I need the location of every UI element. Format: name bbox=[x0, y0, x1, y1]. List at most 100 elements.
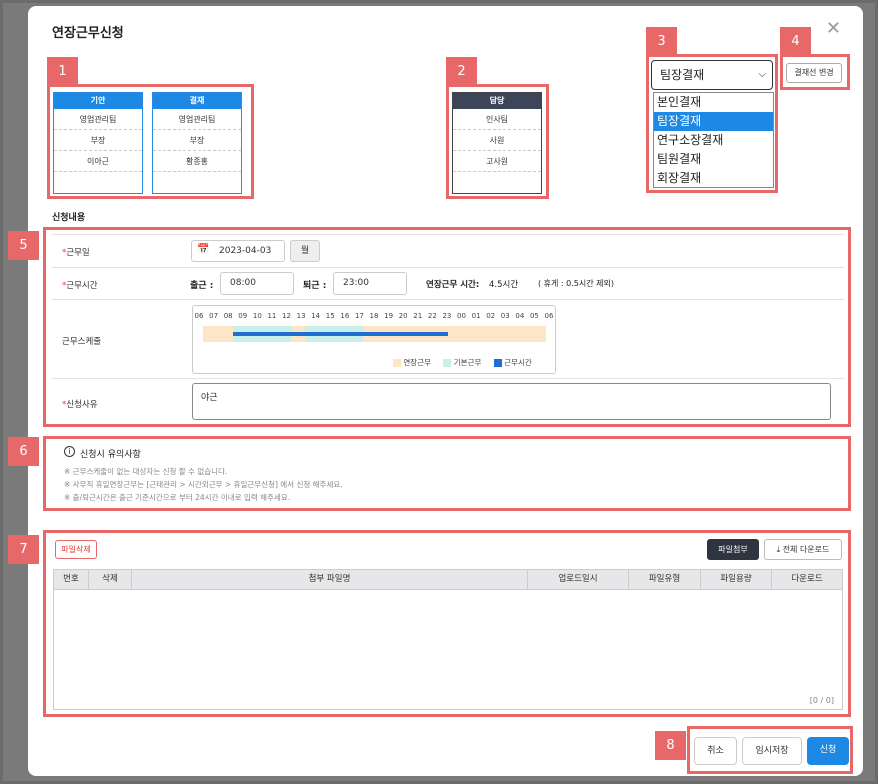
modal-title: 연장근무신청 bbox=[52, 26, 124, 41]
col-delete: 삭제 bbox=[89, 570, 132, 589]
hour-tick-label: 16 bbox=[340, 312, 350, 320]
overtime-hours-value: 4.5시간 bbox=[489, 280, 519, 290]
approval-approve-header: 결재 bbox=[153, 93, 241, 109]
overtime-hours-label: 연장근무 시간: bbox=[426, 280, 480, 290]
hour-tick-label: 20 bbox=[398, 312, 408, 320]
info-icon: i bbox=[64, 446, 75, 457]
legend-overtime-swatch bbox=[393, 359, 401, 367]
col-filename: 첨부 파일명 bbox=[132, 570, 528, 589]
hour-tick-label: 12 bbox=[282, 312, 291, 320]
approval-type-options: 본인결재 팀장결재 연구소장결재 팀원결재 회장결재 bbox=[653, 92, 774, 188]
badge-6: 6 bbox=[8, 437, 39, 466]
schedule-chart: 06 07 08 09 10 11 12 13 14 15 16 17 18 19 20 21 22 23 00 01… bbox=[192, 305, 556, 374]
attach-file-button[interactable]: 파일첨부 bbox=[707, 539, 759, 560]
option-self-approval[interactable]: 본인결재 bbox=[654, 93, 773, 112]
approval-cell: 영업관리팀 bbox=[54, 109, 142, 130]
approval-type-select[interactable]: 팀장결재 ⌵ bbox=[651, 60, 773, 90]
schedule-row: 근무스케줄 06 07 08 09 10 11 12 13 14 15 16 17 18 19 20 21 22… bbox=[52, 299, 844, 378]
hour-tick-label: 13 bbox=[296, 312, 306, 320]
notice-title: 신청시 유의사항 bbox=[80, 450, 141, 460]
hour-tick-label: 05 bbox=[529, 312, 539, 320]
approval-cell: 고사원 bbox=[453, 151, 541, 172]
col-file-size: 파일용량 bbox=[701, 570, 772, 589]
download-icon: ⤓ bbox=[776, 545, 781, 554]
worktime-label: *근무시간 bbox=[62, 281, 98, 291]
approval-cell bbox=[153, 172, 241, 193]
workday-date-input[interactable]: 📅 2023-04-03 bbox=[191, 240, 285, 262]
approval-cell: 사원 bbox=[453, 130, 541, 151]
notice-line: ※ 근무스케줄이 없는 대상자는 신청 할 수 없습니다. bbox=[64, 467, 228, 476]
hour-tick-label: 21 bbox=[413, 312, 423, 320]
legend-basic-swatch bbox=[443, 359, 452, 367]
file-table-body: [0 / 0] bbox=[53, 590, 843, 710]
clock-in-label: 출근 : bbox=[190, 281, 214, 291]
badge-8: 8 bbox=[655, 731, 686, 760]
hour-tick-label: 03 bbox=[500, 312, 510, 320]
hour-tick-label: 01 bbox=[471, 312, 481, 320]
approval-charge-header: 담당 bbox=[453, 93, 541, 109]
approval-approve-box: 결재 영업관리팀 부장 황종홍 bbox=[152, 92, 242, 194]
hour-tick-label: 07 bbox=[209, 312, 219, 320]
badge-5: 5 bbox=[8, 231, 39, 260]
workday-weekday: 월 bbox=[290, 240, 320, 262]
clock-out-label: 퇴근 : bbox=[303, 281, 327, 291]
schedule-legend: 연장근무 기본근무 근무시간 bbox=[393, 357, 532, 368]
reason-textarea[interactable]: 야근 bbox=[192, 383, 831, 420]
option-lab-director-approval[interactable]: 연구소장결재 bbox=[654, 131, 773, 150]
col-number: 번호 bbox=[54, 570, 89, 589]
close-icon[interactable]: ✕ bbox=[826, 18, 841, 39]
col-download: 다운로드 bbox=[791, 574, 823, 584]
section-label: 신청내용 bbox=[52, 213, 86, 223]
reason-label: *신청사유 bbox=[62, 400, 98, 410]
approval-draft-header: 기안 bbox=[54, 93, 142, 109]
badge-4: 4 bbox=[780, 27, 811, 56]
workday-label: *근무일 bbox=[62, 248, 90, 258]
approval-cell bbox=[453, 172, 541, 193]
option-team-member-approval[interactable]: 팀원결재 bbox=[654, 150, 773, 169]
worktime-row: *근무시간 출근 : 08:00 퇴근 : 23:00 연장근무 시간: 4.5… bbox=[52, 267, 844, 299]
legend-worktime-swatch bbox=[493, 359, 502, 367]
badge-7: 7 bbox=[8, 535, 39, 564]
hour-tick-label: 10 bbox=[252, 312, 262, 320]
approval-cell: 영업관리팀 bbox=[153, 109, 241, 130]
hour-tick-label: 18 bbox=[369, 312, 379, 320]
hour-tick-label: 08 bbox=[223, 312, 233, 320]
schedule-hours: 06 07 08 09 10 11 12 13 14 15 16 17 18 19 20 21 22 23 00 01… bbox=[195, 312, 554, 324]
reason-row: *신청사유 야근 bbox=[52, 378, 844, 424]
hour-tick-label: 19 bbox=[384, 312, 394, 320]
submit-button[interactable]: 신청 bbox=[807, 737, 849, 765]
approval-cell: 부장 bbox=[54, 130, 142, 151]
legend-basic: 기본근무 bbox=[453, 358, 482, 367]
download-all-button[interactable]: ⤓ 전체 다운로드 bbox=[764, 539, 842, 560]
clock-in-input[interactable]: 08:00 bbox=[220, 272, 294, 295]
option-team-leader-approval[interactable]: 팀장결재 bbox=[654, 112, 773, 131]
calendar-icon: 📅 bbox=[197, 244, 210, 255]
hour-tick-label: 00 bbox=[457, 312, 466, 320]
workday-row: *근무일 📅 2023-04-03 월 bbox=[52, 234, 844, 267]
hour-tick-label: 15 bbox=[325, 312, 335, 320]
hour-tick-label: 09 bbox=[238, 312, 248, 320]
option-chairman-approval[interactable]: 회장결재 bbox=[654, 169, 773, 188]
schedule-label: 근무스케줄 bbox=[62, 337, 102, 347]
hour-tick-label: 23 bbox=[442, 312, 452, 320]
notice-line: ※ 출/퇴근시간은 출근 기준시간으로 부터 24시간 이내로 입력 해주세요. bbox=[64, 493, 291, 502]
approval-cell: 인사팀 bbox=[453, 109, 541, 130]
approval-charge-box: 담당 인사팀 사원 고사원 bbox=[452, 92, 542, 194]
hour-tick-label: 06 bbox=[194, 312, 204, 320]
temp-save-button[interactable]: 임시저장 bbox=[742, 737, 802, 765]
change-approval-line-button[interactable]: 결재선 변경 bbox=[786, 63, 842, 83]
approval-type-value: 팀장결재 bbox=[660, 68, 705, 82]
delete-file-button[interactable]: 파일삭제 bbox=[55, 540, 97, 559]
clock-out-input[interactable]: 23:00 bbox=[333, 272, 407, 295]
file-count: [0 / 0] bbox=[809, 696, 834, 705]
approval-cell: 황종홍 bbox=[153, 151, 241, 172]
approval-cell bbox=[54, 172, 142, 193]
hour-tick-label: 22 bbox=[427, 312, 437, 320]
break-note: ( 휴게 : 0.5시간 제외) bbox=[538, 279, 614, 288]
badge-1: 1 bbox=[47, 57, 78, 86]
hour-tick-label: 17 bbox=[354, 312, 364, 320]
approval-draft-box: 기안 영업관리팀 부장 이아근 bbox=[53, 92, 143, 194]
hour-tick-label: 14 bbox=[311, 312, 321, 320]
cancel-button[interactable]: 취소 bbox=[694, 737, 737, 765]
worktime-bar bbox=[233, 332, 448, 336]
